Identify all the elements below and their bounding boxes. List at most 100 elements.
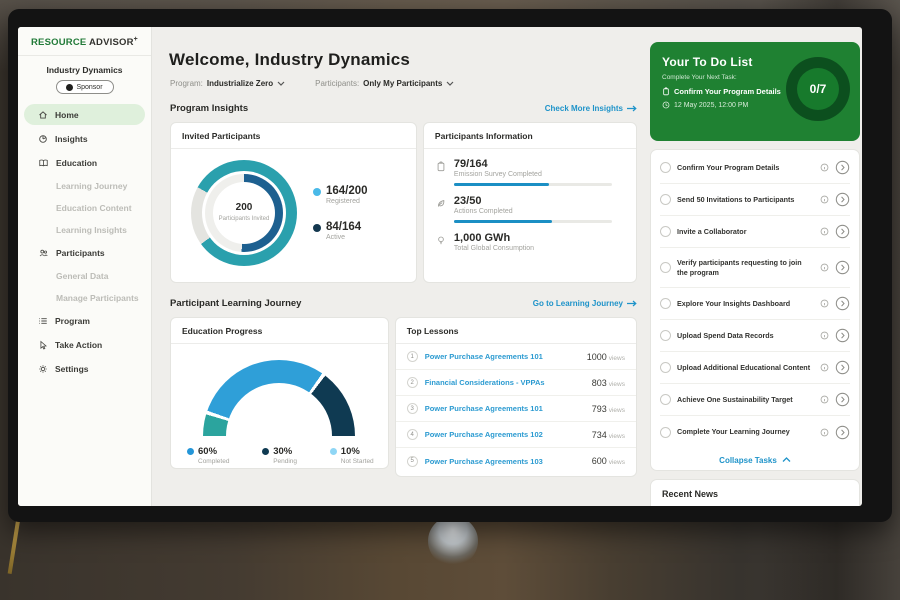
stat-actions-completed: 23/50 Actions Completed	[424, 186, 636, 223]
org-name: Industry Dynamics	[18, 65, 151, 75]
sidebar-item-education[interactable]: Education	[24, 152, 145, 173]
sidebar: RESOURCE ADVISOR+ Industry Dynamics Spon…	[18, 27, 152, 506]
task-checkbox[interactable]	[660, 162, 671, 173]
lesson-row[interactable]: 1 Power Purchase Agreements 101 1000view…	[396, 344, 636, 370]
task-checkbox[interactable]	[660, 330, 671, 341]
views-suffix: views	[609, 355, 625, 362]
chevron-right-circle-icon[interactable]	[835, 296, 850, 311]
chevron-right-circle-icon[interactable]	[835, 360, 850, 375]
lesson-link[interactable]: Power Purchase Agreements 102	[425, 430, 583, 439]
education-progress-card: Education Progress 150 Participants	[170, 317, 389, 469]
lesson-rank: 2	[407, 377, 418, 388]
desk-background: RESOURCE ADVISOR+ Industry Dynamics Spon…	[0, 0, 900, 600]
task-checkbox[interactable]	[660, 362, 671, 373]
lesson-row[interactable]: 2 Financial Considerations - VPPAs 803vi…	[396, 370, 636, 396]
app-logo: RESOURCE ADVISOR+	[18, 27, 151, 56]
lesson-link[interactable]: Power Purchase Agreements 101	[425, 352, 578, 361]
lesson-link[interactable]: Power Purchase Agreements 101	[425, 404, 583, 413]
legend-not-started: 10% Not Started	[330, 446, 374, 465]
lesson-views: 793	[592, 404, 607, 414]
pending-label: Pending	[273, 458, 297, 465]
chevron-right-circle-icon[interactable]	[835, 328, 850, 343]
learning-journey-heading: Participant Learning Journey	[170, 298, 301, 309]
donut-center-value: 200	[236, 202, 253, 213]
sidebar-item-learning-journey[interactable]: Learning Journey	[24, 176, 145, 195]
education-gauge-chart: 150 Participants	[203, 360, 355, 436]
sidebar-item-education-content[interactable]: Education Content	[24, 198, 145, 217]
collapse-tasks-link[interactable]: Collapse Tasks	[660, 448, 850, 472]
chevron-right-circle-icon[interactable]	[835, 192, 850, 207]
learning-cards-row: Education Progress 150 Participants	[170, 317, 637, 477]
lesson-row[interactable]: 5 Power Purchase Agreements 103 600views	[396, 448, 636, 474]
lesson-link[interactable]: Power Purchase Agreements 103	[425, 457, 583, 466]
chevron-right-circle-icon[interactable]	[835, 260, 850, 275]
participants-icon	[38, 248, 49, 258]
chevron-right-circle-icon[interactable]	[835, 160, 850, 175]
lesson-row[interactable]: 3 Power Purchase Agreements 101 793views	[396, 396, 636, 422]
task-label: Upload Spend Data Records	[677, 331, 814, 341]
sidebar-item-settings[interactable]: Settings	[24, 358, 145, 379]
todo-tasks-card: Confirm Your Program Details Send 50 Inv…	[650, 149, 860, 471]
chevron-right-circle-icon[interactable]	[835, 425, 850, 440]
check-more-insights-link[interactable]: Check More Insights	[545, 104, 637, 113]
stat-label: Total Global Consumption	[454, 245, 534, 252]
task-row-upload-spend-data[interactable]: Upload Spend Data Records	[660, 320, 850, 352]
insights-icon	[38, 134, 48, 144]
legend-completed: 60% Completed	[187, 446, 229, 465]
participants-filter-dropdown[interactable]: Participants: Only My Participants	[315, 79, 454, 88]
sidebar-item-general-data[interactable]: General Data	[24, 266, 145, 285]
sidebar-item-insights[interactable]: Insights	[24, 128, 145, 149]
lesson-rank: 1	[407, 351, 418, 362]
chevron-right-circle-icon[interactable]	[835, 392, 850, 407]
go-to-learning-journey-link[interactable]: Go to Learning Journey	[533, 299, 637, 308]
task-checkbox[interactable]	[660, 194, 671, 205]
sidebar-item-manage-participants[interactable]: Manage Participants	[24, 288, 145, 307]
sidebar-item-take-action[interactable]: Take Action	[24, 334, 145, 355]
sponsor-badge[interactable]: Sponsor	[56, 80, 114, 94]
learning-journey-header: Participant Learning Journey Go to Learn…	[170, 298, 637, 309]
sidebar-item-label: General Data	[56, 271, 108, 281]
task-row-invite-collaborator[interactable]: Invite a Collaborator	[660, 216, 850, 248]
task-row-send-invitations[interactable]: Send 50 Invitations to Participants	[660, 184, 850, 216]
lesson-views: 803	[592, 378, 607, 388]
task-row-verify-participants[interactable]: Verify participants requesting to join t…	[660, 248, 850, 288]
views-suffix: views	[609, 381, 625, 388]
invited-legend: 164/200 Registered 84/164 Active	[313, 185, 368, 241]
task-row-explore-insights[interactable]: Explore Your Insights Dashboard	[660, 288, 850, 320]
task-checkbox[interactable]	[660, 298, 671, 309]
info-icon	[820, 363, 829, 372]
task-row-confirm-program[interactable]: Confirm Your Program Details	[660, 152, 850, 184]
todo-panel: Your To Do List Complete Your Next Task:…	[650, 27, 860, 506]
task-checkbox[interactable]	[660, 226, 671, 237]
task-checkbox[interactable]	[660, 394, 671, 405]
task-row-achieve-sustainability-target[interactable]: Achieve One Sustainability Target	[660, 384, 850, 416]
education-progress-title: Education Progress	[171, 318, 388, 344]
sidebar-item-program[interactable]: Program	[24, 310, 145, 331]
task-label: Explore Your Insights Dashboard	[677, 299, 814, 309]
invited-participants-card: Invited Participants 200 Participants In…	[170, 122, 417, 283]
chevron-right-circle-icon[interactable]	[835, 224, 850, 239]
task-row-upload-educational-content[interactable]: Upload Additional Educational Content	[660, 352, 850, 384]
sidebar-item-label: Learning Journey	[56, 181, 127, 191]
lesson-rank: 3	[407, 403, 418, 414]
task-row-complete-learning-journey[interactable]: Complete Your Learning Journey	[660, 416, 850, 448]
take-action-icon	[38, 340, 48, 350]
sidebar-item-learning-insights[interactable]: Learning Insights	[24, 220, 145, 239]
sidebar-item-home[interactable]: Home	[24, 104, 145, 125]
top-lessons-title: Top Lessons	[396, 318, 636, 344]
lesson-link[interactable]: Financial Considerations - VPPAs	[425, 378, 583, 387]
task-checkbox[interactable]	[660, 262, 671, 273]
sidebar-item-participants[interactable]: Participants	[24, 242, 145, 263]
invited-donut-chart: 200 Participants Invited	[191, 160, 297, 266]
logo-secondary: ADVISOR	[89, 37, 134, 48]
program-filter-dropdown[interactable]: Program: Industrialize Zero	[170, 79, 285, 88]
lesson-row[interactable]: 4 Power Purchase Agreements 102 734views	[396, 422, 636, 448]
task-checkbox[interactable]	[660, 427, 671, 438]
active-value: 84/164	[326, 221, 361, 233]
legend-registered: 164/200 Registered	[313, 185, 368, 205]
registered-dot-icon	[313, 188, 321, 196]
sponsor-icon	[66, 84, 73, 91]
sidebar-item-label: Learning Insights	[56, 225, 127, 235]
stat-value: 1,000 GWh	[454, 232, 534, 244]
task-label: Achieve One Sustainability Target	[677, 395, 814, 405]
